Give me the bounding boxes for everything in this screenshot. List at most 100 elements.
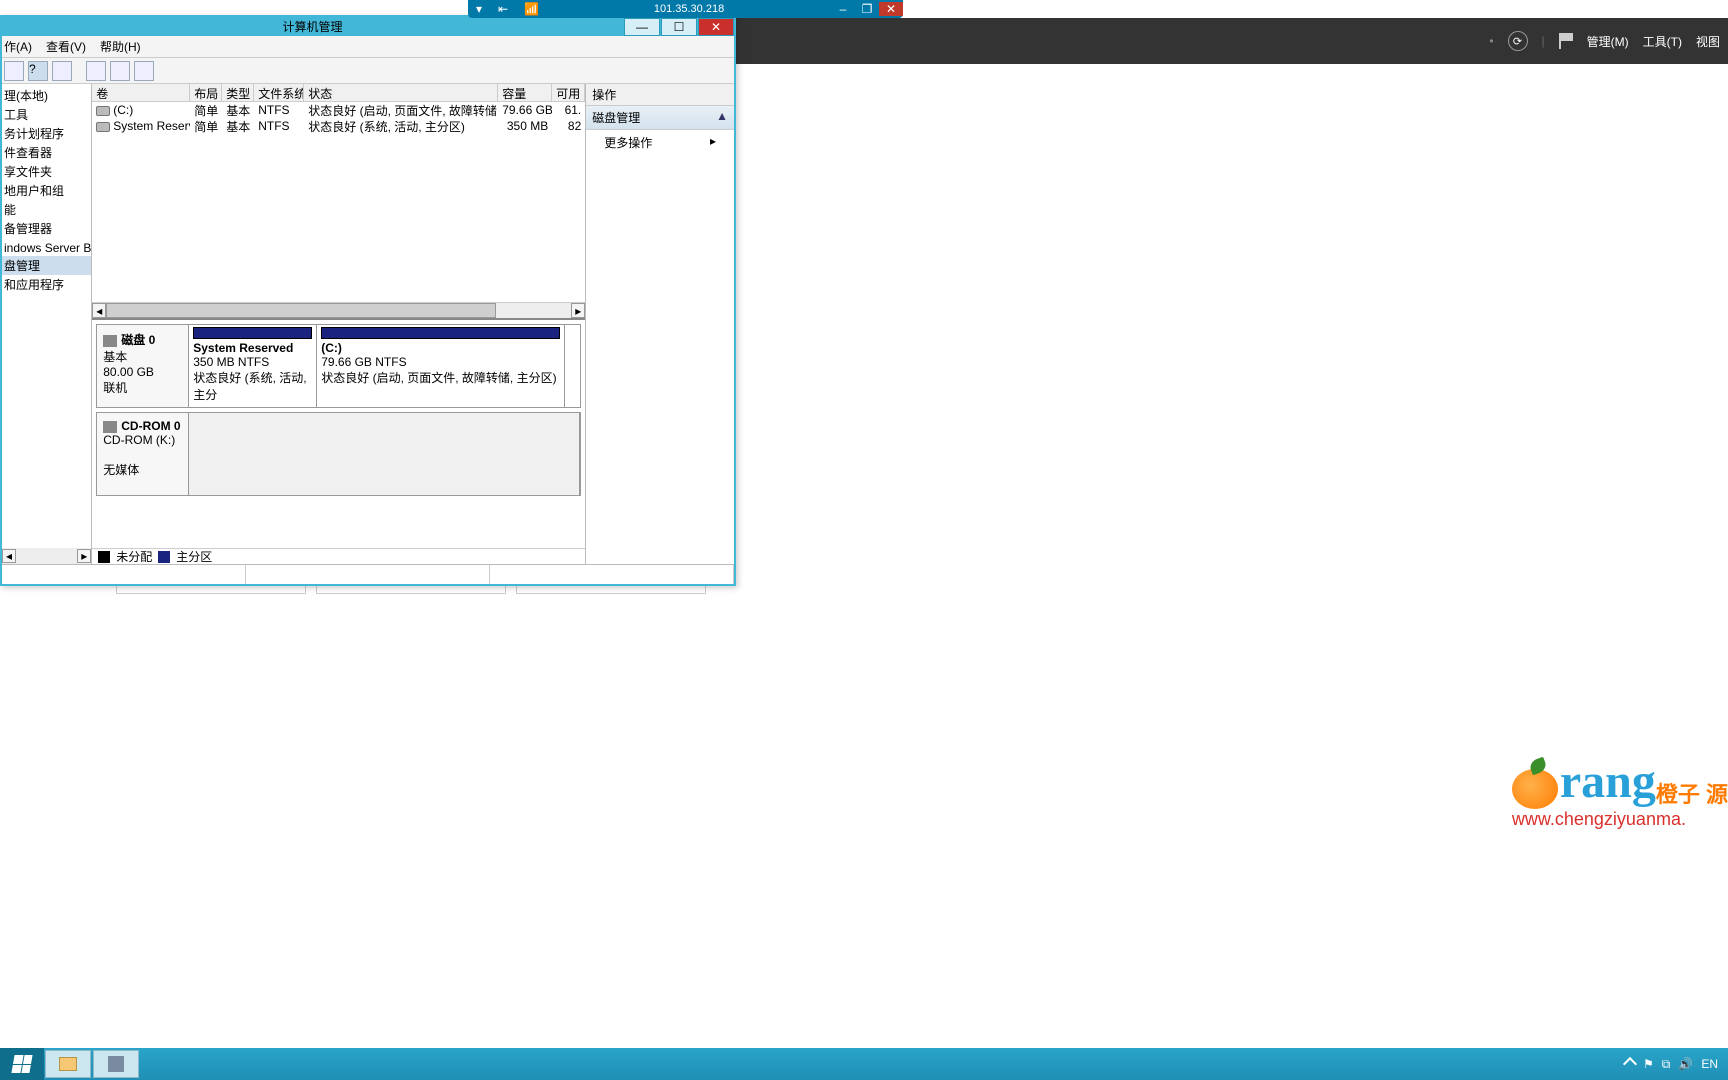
rdp-ip: 101.35.30.218 xyxy=(547,3,831,15)
col-capacity[interactable]: 容量 xyxy=(498,84,552,101)
scroll-left-button[interactable]: ◂ xyxy=(2,549,16,563)
volumes-hscroll[interactable]: ◂ ▸ xyxy=(92,302,585,318)
tree-node[interactable]: 件查看器 xyxy=(2,143,91,162)
window-maximize-button[interactable]: ☐ xyxy=(661,18,697,36)
drive-icon xyxy=(96,122,110,132)
actions-section[interactable]: 磁盘管理 ▲ xyxy=(586,106,734,130)
rdp-connection-bar: ▾ ⇤ 📶 101.35.30.218 – ❐ ✕ xyxy=(468,0,903,18)
orange-logo-icon xyxy=(1512,769,1558,809)
more-actions[interactable]: 更多操作 ▸ xyxy=(586,130,734,155)
window-title: 计算机管理 xyxy=(2,18,623,35)
legend-swatch-primary xyxy=(158,551,170,563)
volumes-header: 卷 布局 类型 文件系统 状态 容量 可用 xyxy=(92,84,585,102)
separator: | xyxy=(1542,34,1545,48)
col-type[interactable]: 类型 xyxy=(222,84,254,101)
more-actions-label: 更多操作 xyxy=(604,134,652,151)
col-free[interactable]: 可用 xyxy=(552,84,585,101)
disk-map: 磁盘 0基本80.00 GB联机System Reserved350 MB NT… xyxy=(92,320,585,548)
disk-label: 磁盘 0基本80.00 GB联机 xyxy=(97,325,189,407)
tray-overflow-icon[interactable] xyxy=(1623,1057,1637,1071)
window-close-button[interactable]: ✕ xyxy=(698,18,734,36)
toolbar-button[interactable] xyxy=(110,61,130,81)
toolbar-refresh-button[interactable] xyxy=(86,61,106,81)
toolbar-help-button[interactable]: ? xyxy=(28,61,48,81)
rdp-pin-icon[interactable]: ▾ xyxy=(468,2,490,16)
tray-volume-icon[interactable]: 🔊 xyxy=(1678,1057,1693,1071)
disk-row[interactable]: CD-ROM 0CD-ROM (K:)无媒体 xyxy=(96,412,581,496)
navigation-tree[interactable]: 理(本地)工具务计划程序件查看器享文件夹地用户和组能备管理器 indows Ser… xyxy=(2,84,92,564)
actions-header: 操作 xyxy=(586,84,734,106)
drive-icon xyxy=(96,106,110,116)
rdp-close-button[interactable]: ✕ xyxy=(879,2,903,16)
volumes-list[interactable]: 卷 布局 类型 文件系统 状态 容量 可用 (C:)简单基本NTFS状态良好 (… xyxy=(92,84,585,320)
submenu-arrow-icon: ▸ xyxy=(710,134,716,151)
menubar: 作(A) 查看(V) 帮助(H) xyxy=(2,36,734,58)
tree-node[interactable]: 理(本地) xyxy=(2,86,91,105)
volume-row[interactable]: (C:)简单基本NTFS状态良好 (启动, 页面文件, 故障转储, 主分区)79… xyxy=(92,102,585,118)
disk-icon xyxy=(103,335,117,347)
manage-menu[interactable]: 管理(M) xyxy=(1587,33,1629,50)
actions-section-label: 磁盘管理 xyxy=(592,109,640,126)
tree-node[interactable]: indows Server Back xyxy=(2,240,91,256)
rdp-restore-button[interactable]: ❐ xyxy=(855,2,879,16)
tree-hscroll[interactable]: ◂ ▸ xyxy=(2,548,91,564)
start-button[interactable] xyxy=(0,1048,44,1080)
menu-action[interactable]: 作(A) xyxy=(4,38,32,55)
disk-row[interactable]: 磁盘 0基本80.00 GB联机System Reserved350 MB NT… xyxy=(96,324,581,408)
tray-network-icon[interactable]: ⧉ xyxy=(1662,1057,1671,1072)
folder-icon xyxy=(59,1057,77,1071)
toolbar-button[interactable] xyxy=(52,61,72,81)
rdp-signal-icon: 📶 xyxy=(516,2,547,16)
toolbar-list-button[interactable] xyxy=(134,61,154,81)
watermark-url: www.chengziyuanma. xyxy=(1512,809,1728,830)
scroll-right-button[interactable]: ▸ xyxy=(77,549,91,563)
col-fs[interactable]: 文件系统 xyxy=(254,84,304,101)
col-layout[interactable]: 布局 xyxy=(190,84,222,101)
watermark: rang 橙子 源 www.chengziyuanma. xyxy=(1512,754,1728,830)
volume-row[interactable]: System Reserved简单基本NTFS状态良好 (系统, 活动, 主分区… xyxy=(92,118,585,134)
scroll-right-button[interactable]: ▸ xyxy=(571,303,585,318)
tree-node[interactable]: 备管理器 xyxy=(2,219,91,238)
disk-management-pane: 卷 布局 类型 文件系统 状态 容量 可用 (C:)简单基本NTFS状态良好 (… xyxy=(92,84,586,564)
view-menu[interactable]: 视图 xyxy=(1696,33,1720,50)
tray-lang[interactable]: EN xyxy=(1701,1057,1718,1071)
window-titlebar[interactable]: 计算机管理 — ☐ ✕ xyxy=(2,17,734,36)
taskbar: ⚑ ⧉ 🔊 EN xyxy=(0,1048,1728,1080)
tree-node[interactable]: 地用户和组 xyxy=(2,181,91,200)
actions-pane: 操作 磁盘管理 ▲ 更多操作 ▸ xyxy=(586,84,734,564)
srv-dot: • xyxy=(1489,34,1493,48)
toolbar-back-button[interactable] xyxy=(4,61,24,81)
taskbar-explorer-button[interactable] xyxy=(45,1050,91,1078)
tree-node[interactable]: 盘管理 xyxy=(2,256,91,275)
scroll-left-button[interactable]: ◂ xyxy=(92,303,106,318)
legend-swatch-unallocated xyxy=(98,551,110,563)
rdp-pin-icon2[interactable]: ⇤ xyxy=(490,2,516,16)
system-tray: ⚑ ⧉ 🔊 EN xyxy=(1615,1057,1728,1072)
rdp-minimize-button[interactable]: – xyxy=(831,2,855,16)
legend: 未分配 主分区 xyxy=(92,548,585,564)
tree-node[interactable]: 务计划程序 xyxy=(2,124,91,143)
tools-menu[interactable]: 工具(T) xyxy=(1643,33,1682,50)
watermark-cn: 橙子 源 xyxy=(1656,777,1728,809)
menu-help[interactable]: 帮助(H) xyxy=(100,38,141,55)
window-minimize-button[interactable]: — xyxy=(624,18,660,36)
statusbar xyxy=(2,564,734,584)
taskbar-app-button[interactable] xyxy=(93,1050,139,1078)
legend-primary: 主分区 xyxy=(176,548,212,565)
partition[interactable]: (C:)79.66 GB NTFS状态良好 (启动, 页面文件, 故障转储, 主… xyxy=(317,325,565,407)
disk-label: CD-ROM 0CD-ROM (K:)无媒体 xyxy=(97,413,189,495)
notifications-flag-icon[interactable] xyxy=(1559,33,1573,49)
tree-node[interactable]: 享文件夹 xyxy=(2,162,91,181)
tree-node[interactable]: 能 xyxy=(2,200,91,219)
partition[interactable]: System Reserved350 MB NTFS状态良好 (系统, 活动, … xyxy=(189,325,317,407)
tree-node[interactable]: 和应用程序 xyxy=(2,275,91,294)
partition-bar xyxy=(321,327,560,339)
col-volume[interactable]: 卷 xyxy=(92,84,190,101)
refresh-icon[interactable]: ⟳ xyxy=(1508,31,1528,51)
scroll-thumb[interactable] xyxy=(106,303,496,318)
col-status[interactable]: 状态 xyxy=(304,84,498,101)
menu-view[interactable]: 查看(V) xyxy=(46,38,86,55)
tree-node[interactable]: 工具 xyxy=(2,105,91,124)
tray-flag-icon[interactable]: ⚑ xyxy=(1643,1057,1654,1071)
collapse-icon: ▲ xyxy=(716,109,728,126)
